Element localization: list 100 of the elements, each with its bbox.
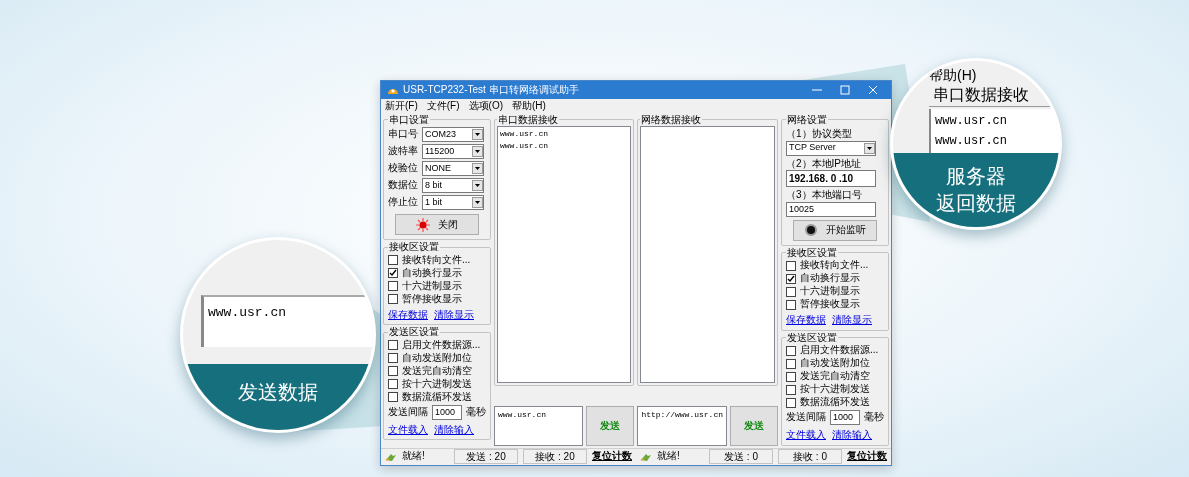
caret-icon: [472, 129, 483, 140]
link[interactable]: 保存数据: [786, 314, 826, 327]
caret-icon: [472, 197, 483, 208]
dropdown[interactable]: COM23: [422, 127, 484, 142]
group-title: 发送区设置: [388, 326, 440, 339]
reset-link[interactable]: 复位计数: [847, 450, 887, 463]
checkbox-label: 启用文件数据源...: [800, 344, 879, 357]
send-field[interactable]: www.usr.cn: [494, 405, 584, 446]
counter-field: 发送 : 0: [709, 449, 773, 464]
receive-area[interactable]: www.usr.cn www.usr.cn: [497, 126, 632, 383]
link[interactable]: 保存数据: [388, 308, 428, 321]
group-title: 网络设置: [786, 113, 828, 126]
checkbox[interactable]: [388, 392, 398, 402]
checkbox[interactable]: [388, 294, 398, 304]
send-button[interactable]: 发送: [586, 405, 635, 446]
dropdown[interactable]: 115200: [422, 144, 484, 159]
checkbox-label: 自动换行显示: [800, 272, 860, 285]
checkbox[interactable]: [786, 273, 796, 284]
checkbox-label: 发送完自动清空: [402, 364, 472, 378]
caret-icon: [472, 180, 483, 191]
window-title: USR-TCP232-Test 串口转网络调试助手: [403, 83, 579, 97]
checkbox[interactable]: [388, 255, 398, 265]
checkbox[interactable]: [388, 366, 398, 376]
checkbox-label: 自动换行显示: [402, 266, 462, 280]
checkbox-label: 数据流循环发送: [800, 396, 870, 409]
link[interactable]: 文件载入: [786, 429, 826, 442]
checkbox[interactable]: [388, 340, 398, 350]
checkbox-label: 按十六进制发送: [800, 383, 870, 396]
zoomed-line: www.usr.cn: [935, 133, 1008, 150]
field-label: 串口号: [388, 128, 418, 141]
field-label: 波特率: [388, 145, 418, 158]
checkbox-label: 自动发送附加位: [800, 357, 870, 370]
checkbox-label: 接收转向文件...: [800, 259, 869, 272]
checkbox[interactable]: [388, 353, 398, 363]
checkbox[interactable]: [786, 260, 796, 271]
counter-field: 接收 : 20: [523, 449, 587, 464]
group-title: 发送区设置: [786, 331, 838, 344]
link[interactable]: 清除显示: [832, 314, 872, 327]
caption: 服务器: [946, 164, 1006, 189]
dropdown[interactable]: 1 bit: [422, 195, 484, 210]
menu-item[interactable]: 文件(F): [426, 100, 460, 113]
field-label: 校验位: [388, 162, 418, 175]
menu-item[interactable]: 新开(F): [385, 100, 418, 113]
checkbox[interactable]: [388, 268, 398, 278]
zoomed-line: www.usr.cn: [935, 113, 1008, 130]
input-field[interactable]: 1000: [432, 404, 462, 420]
checkbox-label: 暂停接收显示: [402, 292, 462, 306]
checkbox-label: 接收转向文件...: [402, 253, 471, 267]
reset-link[interactable]: 复位计数: [592, 450, 632, 463]
checkbox[interactable]: [388, 379, 398, 389]
checkbox[interactable]: [388, 281, 398, 291]
toggle-button[interactable]: 关闭: [395, 214, 479, 235]
input-field[interactable]: 10025: [786, 201, 876, 217]
caret-icon: [472, 163, 483, 174]
unit-label: 毫秒: [864, 411, 884, 424]
group-title: 网络数据接收: [640, 113, 703, 126]
checkbox-label: 暂停接收显示: [800, 298, 860, 311]
link[interactable]: 清除显示: [434, 308, 474, 321]
received-line: www.usr.cn: [500, 140, 549, 152]
dropdown[interactable]: TCP Server: [786, 140, 876, 156]
dropdown[interactable]: 8 bit: [422, 178, 484, 193]
checkbox[interactable]: [786, 345, 796, 356]
zoomed-send-field: www.usr.cn: [201, 295, 373, 347]
link[interactable]: 清除输入: [434, 423, 474, 436]
checkbox[interactable]: [786, 371, 796, 382]
field-label: （3）本地端口号: [786, 189, 863, 202]
field-label: 停止位: [388, 196, 418, 209]
checkbox-label: 发送完自动清空: [800, 370, 870, 383]
send-field[interactable]: http://www.usr.cn: [637, 405, 727, 446]
field-label: 数据位: [388, 179, 418, 192]
send-button[interactable]: 发送: [730, 405, 778, 446]
caption: 发送数据: [238, 380, 318, 406]
input-field[interactable]: 1000: [830, 410, 860, 425]
checkbox[interactable]: [786, 299, 796, 310]
caption: 返回数据: [936, 191, 1016, 216]
menu-item[interactable]: 选项(O): [468, 100, 503, 113]
checkbox-label: 启用文件数据源...: [402, 338, 481, 352]
toggle-button[interactable]: 开始监听: [793, 219, 877, 241]
input-field[interactable]: 192.168. 0 .10: [786, 170, 876, 187]
checkbox-label: 自动发送附加位: [402, 351, 472, 365]
checkbox[interactable]: [786, 286, 796, 297]
link[interactable]: 文件载入: [388, 423, 428, 436]
caret-icon: [472, 146, 483, 157]
dropdown[interactable]: NONE: [422, 161, 484, 176]
field-label: （1）协议类型: [786, 128, 853, 141]
menu-item[interactable]: 帮助(H): [512, 100, 546, 113]
counter-field: 接收 : 0: [778, 449, 842, 464]
group-title: 串口设置: [388, 113, 430, 126]
received-line: www.usr.cn: [500, 128, 549, 140]
zoomed-group-title: 串口数据接收: [929, 85, 1059, 107]
group-title: 接收区设置: [388, 241, 440, 254]
checkbox[interactable]: [786, 358, 796, 369]
checkbox[interactable]: [786, 384, 796, 395]
status-text: 就绪!: [402, 450, 426, 463]
link[interactable]: 清除输入: [832, 429, 872, 442]
checkbox-label: 数据流循环发送: [402, 390, 472, 404]
checkbox[interactable]: [786, 397, 796, 408]
caret-icon: [864, 142, 875, 154]
checkbox-label: 十六进制显示: [402, 279, 462, 293]
field-label: 发送间隔: [786, 411, 826, 424]
